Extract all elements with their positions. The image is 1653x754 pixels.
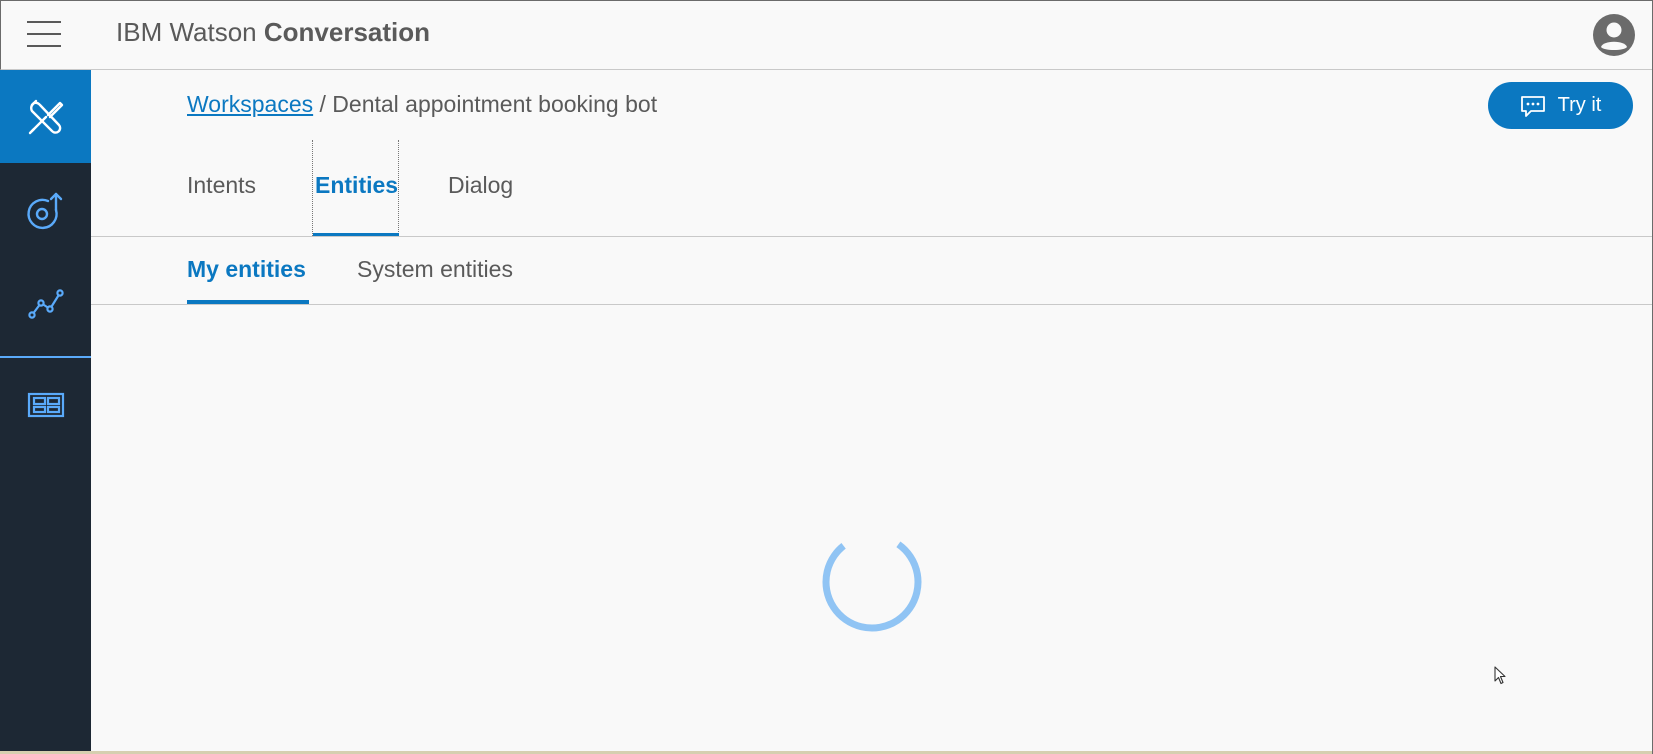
- app-title: IBM Watson Conversation: [116, 17, 430, 48]
- try-it-label: Try it: [1557, 94, 1602, 116]
- top-header: IBM Watson Conversation: [0, 0, 1653, 70]
- hamburger-menu-icon[interactable]: [27, 19, 63, 49]
- sidebar-item-improve[interactable]: [0, 163, 91, 256]
- tabs-divider: [91, 236, 1653, 237]
- circle-arrow-icon: [26, 192, 62, 229]
- breadcrumb-current: Dental appointment booking bot: [332, 91, 658, 117]
- tab-intents[interactable]: Intents: [187, 172, 256, 199]
- brand-product: Conversation: [263, 17, 431, 47]
- line-graph-icon: [27, 288, 64, 319]
- tab-dialog[interactable]: Dialog: [448, 172, 513, 199]
- panels-grid-icon: [27, 392, 64, 417]
- sidebar-item-analytics[interactable]: [0, 256, 91, 349]
- subtabs-divider: [91, 304, 1653, 305]
- sidebar-item-deploy[interactable]: [0, 358, 91, 451]
- mouse-cursor-icon: [1494, 666, 1506, 685]
- breadcrumb: Workspaces / Dental appointment booking …: [187, 91, 657, 118]
- user-avatar-icon[interactable]: [1592, 13, 1636, 57]
- breadcrumb-separator: /: [319, 91, 326, 117]
- tab-entities[interactable]: Entities: [315, 172, 398, 199]
- chat-bubble-icon: [1520, 95, 1545, 117]
- tools-wrench-screwdriver-icon: [28, 99, 63, 134]
- brand-prefix: IBM Watson: [116, 17, 257, 47]
- sidebar-nav: [0, 70, 91, 754]
- try-it-button[interactable]: Try it: [1488, 82, 1633, 129]
- subtab-my-entities[interactable]: My entities: [187, 256, 306, 283]
- subtab-system-entities[interactable]: System entities: [357, 256, 513, 283]
- sidebar-item-build[interactable]: [0, 70, 91, 163]
- loading-spinner: [822, 532, 922, 632]
- breadcrumb-workspaces-link[interactable]: Workspaces: [187, 91, 313, 117]
